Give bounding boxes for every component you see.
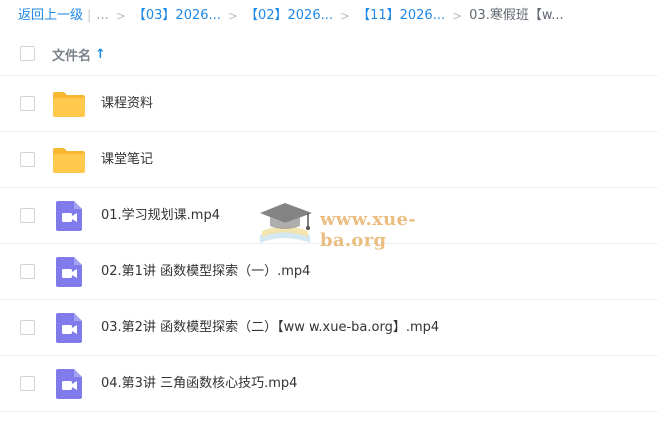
row-checkbox[interactable] (20, 96, 35, 111)
file-name[interactable]: 课堂笔记 (101, 151, 153, 169)
breadcrumb: 返回上一级 | ... > 【03】2026... > 【02】2026... … (18, 7, 658, 25)
row-checkbox[interactable] (20, 320, 35, 335)
video-file-icon (56, 257, 82, 287)
chevron-right-icon: > (452, 9, 463, 23)
folder-icon (53, 148, 85, 173)
file-list-header: 文件名 ↑ (0, 33, 658, 76)
video-file-icon (56, 369, 82, 399)
breadcrumb-item[interactable]: 【02】2026... (245, 7, 333, 25)
breadcrumb-current: 03.寒假班【w... (469, 8, 564, 23)
select-all-checkbox[interactable] (20, 46, 35, 61)
breadcrumb-divider: | (87, 8, 92, 23)
row-checkbox[interactable] (20, 264, 35, 279)
breadcrumb-ellipsis[interactable]: ... (96, 7, 108, 25)
file-name[interactable]: 课程资料 (101, 95, 153, 113)
file-name[interactable]: 02.第1讲 函数模型探索（一）.mp4 (101, 263, 310, 281)
video-file-icon (56, 201, 82, 231)
breadcrumb-item[interactable]: 【03】2026... (133, 7, 221, 25)
file-name[interactable]: 03.第2讲 函数模型探索（二）【ww w.xue-ba.org】.mp4 (101, 319, 439, 337)
filename-column-label: 文件名 (52, 48, 92, 64)
file-name[interactable]: 01.学习规划课.mp4 (101, 207, 220, 225)
file-name[interactable]: 04.第3讲 三角函数核心技巧.mp4 (101, 375, 297, 393)
breadcrumb-item[interactable]: 【11】2026... (357, 7, 445, 25)
folder-icon (53, 92, 85, 117)
list-item[interactable]: 02.第1讲 函数模型探索（一）.mp4 (0, 244, 658, 300)
chevron-right-icon: > (227, 9, 238, 23)
list-item[interactable]: 课程资料 (0, 76, 658, 132)
list-item[interactable]: 04.第3讲 三角函数核心技巧.mp4 (0, 356, 658, 412)
row-checkbox[interactable] (20, 152, 35, 167)
row-checkbox[interactable] (20, 208, 35, 223)
video-file-icon (56, 313, 82, 343)
list-item[interactable]: 03.第2讲 函数模型探索（二）【ww w.xue-ba.org】.mp4 (0, 300, 658, 356)
list-item[interactable]: 01.学习规划课.mp4 (0, 188, 658, 244)
back-link[interactable]: 返回上一级 (18, 7, 83, 25)
list-item[interactable]: 课堂笔记 (0, 132, 658, 188)
filename-column-header[interactable]: 文件名 ↑ (52, 45, 106, 64)
row-checkbox[interactable] (20, 376, 35, 391)
sort-ascending-icon[interactable]: ↑ (95, 47, 106, 62)
chevron-right-icon: > (115, 9, 126, 23)
chevron-right-icon: > (340, 9, 351, 23)
